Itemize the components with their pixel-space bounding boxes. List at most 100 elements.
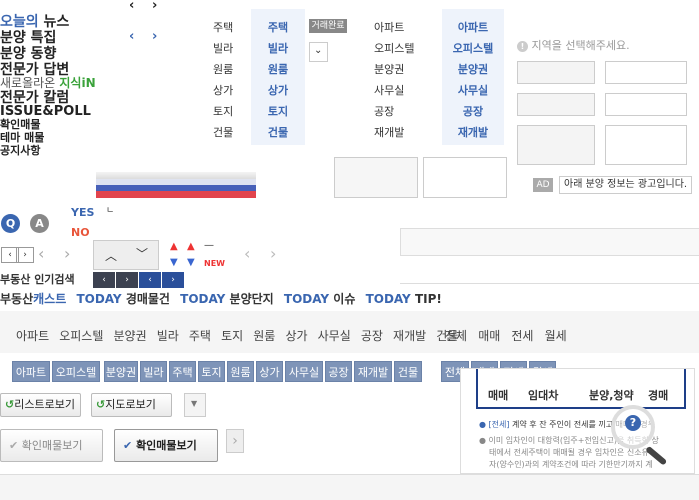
type-item[interactable]: 주택 bbox=[251, 19, 305, 35]
tab-store[interactable]: 상가 bbox=[285, 327, 307, 344]
tab-oneroom-blue[interactable]: 원룸 bbox=[227, 361, 254, 382]
nav-news[interactable]: 오늘의 뉴스 bbox=[0, 15, 69, 29]
tab-office[interactable]: 사무실 bbox=[318, 327, 351, 344]
search-box-2[interactable] bbox=[423, 157, 507, 198]
tab-apt[interactable]: 아파트 bbox=[16, 327, 49, 344]
arrow-right-blue-icon[interactable]: › bbox=[152, 29, 157, 44]
type-item[interactable]: 상가 bbox=[251, 82, 305, 98]
next-gray-icon[interactable]: › bbox=[64, 244, 70, 263]
type-item[interactable]: 재개발 bbox=[374, 124, 404, 140]
type-item[interactable]: 빌라 bbox=[213, 40, 233, 56]
next-light-icon[interactable]: › bbox=[270, 244, 276, 263]
today-tip[interactable]: TODAY TIP! bbox=[366, 292, 442, 306]
panel-tab-subscription[interactable]: 분양,청약 bbox=[589, 387, 634, 403]
type-item[interactable]: 원룸 bbox=[251, 61, 305, 77]
type-item[interactable]: 오피스텔 bbox=[442, 40, 504, 56]
region-select-5[interactable] bbox=[517, 125, 595, 165]
type-item[interactable]: 주택 bbox=[213, 19, 233, 35]
tab-redevelop[interactable]: 재개발 bbox=[393, 327, 426, 344]
tab-land-blue[interactable]: 토지 bbox=[198, 361, 225, 382]
type-item[interactable]: 토지 bbox=[213, 103, 233, 119]
region-select-2[interactable] bbox=[605, 61, 687, 84]
tab-jeonse[interactable]: 전세 bbox=[511, 327, 533, 344]
next-small-icon[interactable]: › bbox=[16, 247, 34, 263]
tab-apt-blue[interactable]: 아파트 bbox=[12, 361, 50, 382]
panel-tab-lease[interactable]: 임대차 bbox=[528, 387, 558, 403]
dark-prev-icon[interactable]: ‹ bbox=[93, 272, 115, 288]
region-select-4[interactable] bbox=[605, 93, 687, 116]
nav-expert-column[interactable]: 전문가 칼럼 bbox=[0, 91, 69, 105]
nav-theme[interactable]: 테마 매물 bbox=[0, 132, 44, 143]
tab-building-blue[interactable]: 건물 bbox=[394, 361, 422, 382]
panel-tab-sale[interactable]: 매매 bbox=[488, 387, 508, 403]
tab-monthly[interactable]: 월세 bbox=[545, 327, 567, 344]
next-tab-icon[interactable]: › bbox=[226, 429, 244, 453]
q-icon[interactable]: Q bbox=[1, 214, 20, 233]
dropdown-toggle[interactable]: ▼ bbox=[184, 393, 206, 417]
no-label[interactable]: NO bbox=[71, 226, 90, 239]
map-view-button[interactable]: ↺지도로보기 bbox=[91, 393, 172, 417]
nav-special[interactable]: 분양 특집 bbox=[0, 31, 56, 45]
tab-redevelop-blue[interactable]: 재개발 bbox=[354, 361, 392, 382]
tab-store-blue[interactable]: 상가 bbox=[256, 361, 283, 382]
type-item[interactable]: 건물 bbox=[251, 124, 305, 140]
tab-house[interactable]: 주택 bbox=[189, 327, 211, 344]
type-item[interactable]: 분양권 bbox=[374, 61, 404, 77]
tab-sale[interactable]: 매매 bbox=[478, 327, 500, 344]
type-item[interactable]: 아파트 bbox=[442, 19, 504, 35]
type-item[interactable]: 사무실 bbox=[442, 82, 504, 98]
cast-link[interactable]: 부동산캐스트 bbox=[0, 292, 66, 306]
type-item[interactable]: 공장 bbox=[374, 103, 394, 119]
tab-villa[interactable]: 빌라 bbox=[157, 327, 179, 344]
arrow-left-blue-icon[interactable]: ‹ bbox=[129, 29, 134, 44]
nav-expert-answer[interactable]: 전문가 답변 bbox=[0, 63, 69, 77]
tab-office-blue[interactable]: 사무실 bbox=[285, 361, 323, 382]
today-auction[interactable]: TODAY 경매물건 bbox=[76, 292, 170, 306]
tab-officetel-blue[interactable]: 오피스텔 bbox=[52, 361, 100, 382]
dark-prev-blue-icon[interactable]: ‹ bbox=[139, 272, 161, 288]
confirmed-listing-button-disabled[interactable]: ✔ 확인매물보기 bbox=[0, 429, 103, 462]
type-item[interactable]: 원룸 bbox=[213, 61, 233, 77]
type-item[interactable]: 재개발 bbox=[442, 124, 504, 140]
tab-officetel[interactable]: 오피스텔 bbox=[59, 327, 103, 344]
tab-land[interactable]: 토지 bbox=[221, 327, 243, 344]
tab-presale[interactable]: 분양권 bbox=[113, 327, 146, 344]
chevron-down-icon[interactable]: ﹀ bbox=[136, 245, 148, 262]
tab-house-blue[interactable]: 주택 bbox=[169, 361, 196, 382]
chevron-up-icon[interactable]: ︿ bbox=[105, 247, 117, 264]
prev-light-icon[interactable]: ‹ bbox=[244, 244, 250, 263]
type-item[interactable]: 사무실 bbox=[374, 82, 404, 98]
nav-notice[interactable]: 공지사항 bbox=[0, 145, 40, 156]
arrow-left-top-icon[interactable]: ‹ bbox=[129, 0, 134, 13]
nav-issue-poll[interactable]: ISSUE&POLL bbox=[0, 105, 91, 118]
dark-next-blue-icon[interactable]: › bbox=[162, 272, 184, 288]
region-select-6[interactable] bbox=[605, 125, 687, 165]
today-issue[interactable]: TODAY 이슈 bbox=[284, 292, 355, 306]
tab-villa-blue[interactable]: 빌라 bbox=[140, 361, 167, 382]
type-item[interactable]: 빌라 bbox=[251, 40, 305, 56]
type-item[interactable]: 아파트 bbox=[374, 19, 404, 35]
nav-confirmed[interactable]: 확인매물 bbox=[0, 119, 40, 130]
type-item[interactable]: 토지 bbox=[251, 103, 305, 119]
type-item[interactable]: 건물 bbox=[213, 124, 233, 140]
tab-all[interactable]: 전체 bbox=[445, 327, 467, 344]
tab-factory[interactable]: 공장 bbox=[361, 327, 383, 344]
region-select-3[interactable] bbox=[517, 93, 595, 116]
today-presale[interactable]: TODAY 분양단지 bbox=[180, 292, 274, 306]
dark-next-icon[interactable]: › bbox=[116, 272, 138, 288]
prev-gray-icon[interactable]: ‹ bbox=[38, 244, 44, 263]
list-view-button[interactable]: ↺리스트로보기 bbox=[0, 393, 81, 417]
confirmed-listing-button[interactable]: ✔ 확인매물보기 bbox=[114, 429, 218, 462]
search-box-1[interactable] bbox=[334, 157, 418, 198]
nav-trend[interactable]: 분양 동향 bbox=[0, 47, 56, 61]
type-item[interactable]: 상가 bbox=[213, 82, 233, 98]
tab-presale-blue[interactable]: 분양권 bbox=[104, 361, 138, 382]
a-icon[interactable]: A bbox=[30, 214, 49, 233]
tab-factory-blue[interactable]: 공장 bbox=[325, 361, 352, 382]
nav-knowledge[interactable]: 새로올라온 지식iN bbox=[0, 77, 96, 89]
region-select-1[interactable] bbox=[517, 61, 595, 84]
type-item[interactable]: 오피스텔 bbox=[374, 40, 414, 56]
type-item[interactable]: 분양권 bbox=[442, 61, 504, 77]
yes-label[interactable]: YES bbox=[71, 206, 94, 219]
type-item[interactable]: 공장 bbox=[442, 103, 504, 119]
